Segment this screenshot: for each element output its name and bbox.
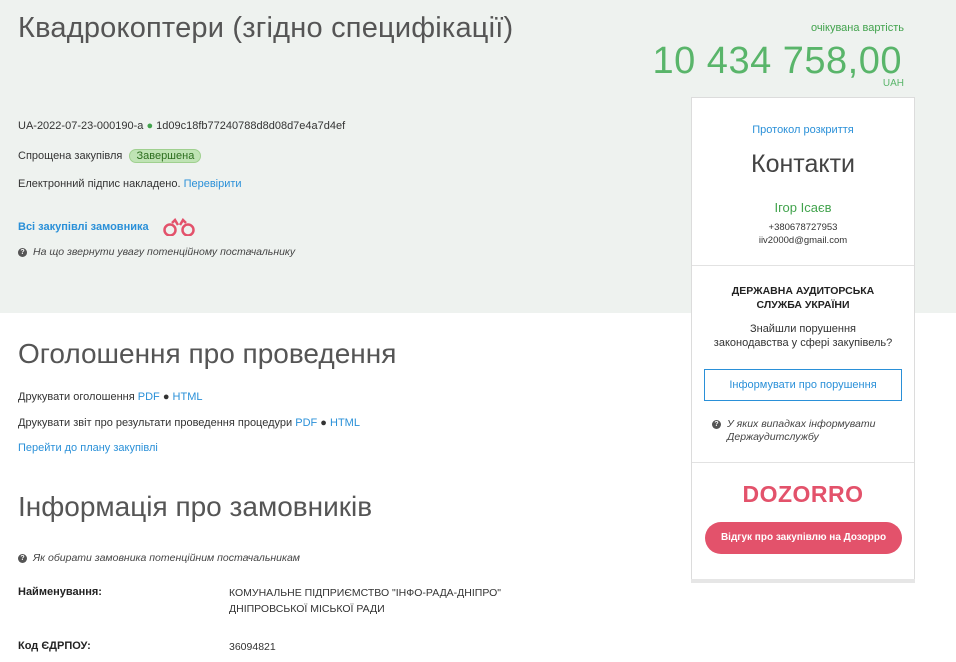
customer-name-value: КОМУНАЛЬНЕ ПІДПРИЄМСТВО "ІНФО-РАДА-ДНІПР… (229, 587, 502, 615)
status-badge: Завершена (129, 149, 202, 163)
print-report-row: Друкувати звіт про результати проведення… (18, 417, 360, 429)
customer-code-label: Код ЄДРПОУ: (18, 640, 91, 652)
announcement-heading: Оголошення про проведення (18, 338, 397, 369)
report-html-link[interactable]: HTML (330, 417, 360, 429)
expected-amount: 10 434 758,00 (652, 40, 902, 82)
report-pdf-link[interactable]: PDF (295, 417, 317, 429)
verify-signature-link[interactable]: Перевірити (184, 178, 242, 190)
print-announcement-row: Друкувати оголошення PDF ● HTML (18, 391, 202, 403)
announcement-html-link[interactable]: HTML (173, 391, 203, 403)
contact-phone: +380678727953 (768, 222, 838, 233)
separator-dot: ● (146, 120, 154, 132)
question-icon: ? (18, 553, 27, 563)
print-report-label: Друкувати звіт про результати проведення… (18, 417, 293, 429)
tender-hash: 1d09c18fb77240788d8d08d7e4a7d4ef (156, 120, 346, 132)
print-announcement-label: Друкувати оголошення (18, 391, 135, 403)
panel-shadow (691, 579, 915, 583)
audit-question: Знайшли порушення законодавства у сфері … (713, 323, 893, 349)
customer-hint[interactable]: ? Як обирати замовника потенційним постач… (18, 552, 300, 564)
amount-label: очікувана вартість (810, 22, 904, 34)
report-violation-button[interactable]: Інформувати про порушення (704, 369, 902, 401)
announcement-pdf-link[interactable]: PDF (138, 391, 160, 403)
customer-name-label: Найменування: (18, 586, 102, 598)
opening-protocol-link[interactable]: Протокол розкриття (752, 124, 853, 136)
divider (692, 462, 914, 463)
all-tenders-row: Всі закупівлі замовника (18, 218, 196, 236)
supplier-hint-text: На що звернути увагу потенційному постач… (33, 246, 296, 258)
procurement-plan-link[interactable]: Перейти до плану закупівлі (18, 442, 158, 454)
customer-code-value: 36094821 (229, 641, 276, 653)
contact-name: Ігор Ісаєв (774, 200, 832, 215)
tender-id-row: UA-2022-07-23-000190-a ● 1d09c18fb772407… (18, 120, 345, 132)
separator-dot: ● (162, 391, 170, 403)
contacts-heading: Контакти (751, 150, 855, 178)
signature-text: Електронний підпис накладено. (18, 178, 181, 190)
customers-heading: Інформація про замовників (18, 491, 373, 522)
customer-hint-text: Як обирати замовника потенційним постача… (33, 552, 300, 564)
tender-id: UA-2022-07-23-000190-a (18, 120, 144, 132)
plan-row: Перейти до плану закупівлі (18, 442, 158, 454)
contacts-sidebar: Протокол розкриття Контакти Ігор Ісаєв +… (691, 97, 915, 581)
separator-dot: ● (320, 417, 327, 429)
procedure-row: Спрощена закупівля Завершена (18, 149, 202, 163)
binoculars-icon[interactable] (162, 218, 196, 236)
dozorro-feedback-button[interactable]: Відгук про закупівлю на Дозорро (705, 522, 902, 554)
all-tenders-link[interactable]: Всі закупівлі замовника (18, 221, 149, 233)
question-icon: ? (18, 247, 27, 257)
audit-hint[interactable]: ? У яких випадках інформувати Держаудитсл… (712, 418, 902, 444)
procedure-type: Спрощена закупівля (18, 150, 123, 162)
page-title: Квадрокоптери (згідно специфікації) (18, 12, 514, 44)
currency: UAH (882, 78, 904, 89)
dozorro-logo: DOZORRO (742, 481, 864, 507)
audit-service-title: ДЕРЖАВНА АУДИТОРСЬКА СЛУЖБА УКРАЇНИ (731, 285, 875, 311)
contact-email: iiv2000d@gmail.com (758, 235, 848, 246)
question-icon: ? (712, 419, 721, 429)
signature-row: Електронний підпис накладено. Перевірити (18, 178, 242, 190)
divider (692, 265, 914, 266)
supplier-hint[interactable]: ? На що звернути увагу потенційному поста… (18, 246, 295, 258)
